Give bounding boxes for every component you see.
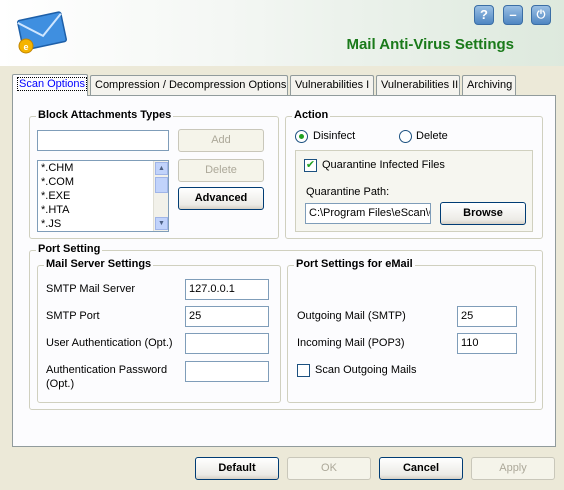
quarantine-path-input[interactable]: C:\Program Files\eScan\Q [305,203,431,224]
list-item[interactable]: *.EXE [38,189,168,203]
block-attachments-group: Block Attachments Types Add Delete Advan… [29,109,279,239]
disinfect-label: Disinfect [313,130,356,142]
user-auth-label: User Authentication (Opt.) [46,337,173,349]
add-button[interactable]: Add [178,129,264,152]
attachment-list[interactable]: *.CHM *.COM *.EXE *.HTA *.JS ▲ ▼ [37,160,169,232]
quarantine-checkbox[interactable]: ✔ [304,159,317,172]
svg-text:e: e [23,42,28,52]
cancel-button[interactable]: Cancel [379,457,463,480]
auth-password-label-opt: (Opt.) [46,378,75,390]
auth-password-input[interactable] [185,361,269,382]
advanced-button[interactable]: Advanced [178,187,264,210]
delete-radio-label: Delete [416,130,448,142]
action-group: Action Disinfect Delete ✔ Quarantine Inf… [285,109,543,239]
smtp-server-input[interactable]: 127.0.0.1 [185,279,269,300]
list-scrollbar[interactable]: ▲ ▼ [153,161,168,231]
email-ports-group: Port Settings for eMail Outgoing Mail (S… [287,258,536,403]
quarantine-box: ✔ Quarantine Infected Files Quarantine P… [295,150,533,232]
tab-vulnerabilities-2[interactable]: Vulnerabilities II [376,75,460,95]
incoming-mail-label: Incoming Mail (POP3) [297,337,405,349]
attachment-type-input[interactable] [37,130,169,151]
block-attachments-title: Block Attachments Types [36,109,174,121]
browse-button[interactable]: Browse [440,202,526,225]
list-item[interactable]: *.HTA [38,203,168,217]
smtp-server-label: SMTP Mail Server [46,283,136,295]
default-button[interactable]: Default [195,457,279,480]
list-item[interactable]: *.CHM [38,161,168,175]
minimize-icon[interactable]: – [503,5,523,25]
scroll-down-icon[interactable]: ▼ [155,217,168,230]
auth-password-label: Authentication Password [46,364,168,376]
window-title: Mail Anti-Virus Settings [346,36,514,53]
outgoing-port-input[interactable]: 25 [457,306,517,327]
port-setting-title: Port Setting [36,243,103,255]
quarantine-label: Quarantine Infected Files [322,159,445,171]
scroll-up-icon[interactable]: ▲ [155,162,168,175]
list-item[interactable]: *.COM [38,175,168,189]
scroll-thumb[interactable] [155,177,168,193]
port-setting-group: Port Setting Mail Server Settings SMTP M… [29,243,543,410]
user-auth-input[interactable] [185,333,269,354]
tab-panel: Block Attachments Types Add Delete Advan… [12,95,556,447]
action-title: Action [292,109,331,121]
smtp-port-input[interactable]: 25 [185,306,269,327]
tab-vulnerabilities-1[interactable]: Vulnerabilities I [290,75,374,95]
ok-button[interactable]: OK [287,457,371,480]
incoming-port-input[interactable]: 110 [457,333,517,354]
smtp-port-label: SMTP Port [46,310,100,322]
disinfect-radio[interactable] [295,130,308,143]
scan-outgoing-label: Scan Outgoing Mails [315,364,417,376]
tab-scan-options[interactable]: Scan Options [12,74,88,96]
apply-button[interactable]: Apply [471,457,555,480]
scan-outgoing-checkbox[interactable] [297,364,310,377]
list-item[interactable]: *.JS [38,217,168,231]
email-ports-title: Port Settings for eMail [294,258,415,270]
delete-button[interactable]: Delete [178,159,264,182]
outgoing-mail-label: Outgoing Mail (SMTP) [297,310,406,322]
mail-server-title: Mail Server Settings [44,258,154,270]
envelope-icon: e [16,11,68,54]
quarantine-path-label: Quarantine Path: [306,186,390,198]
power-icon[interactable]: ⏻ [531,5,551,25]
tab-archiving[interactable]: Archiving [462,75,516,95]
tab-compression[interactable]: Compression / Decompression Options [90,75,288,95]
delete-radio[interactable] [399,130,412,143]
header: e Mail Anti-Virus Settings ? – ⏻ [0,0,564,66]
help-icon[interactable]: ? [474,5,494,25]
mail-server-group: Mail Server Settings SMTP Mail Server 12… [37,258,281,403]
